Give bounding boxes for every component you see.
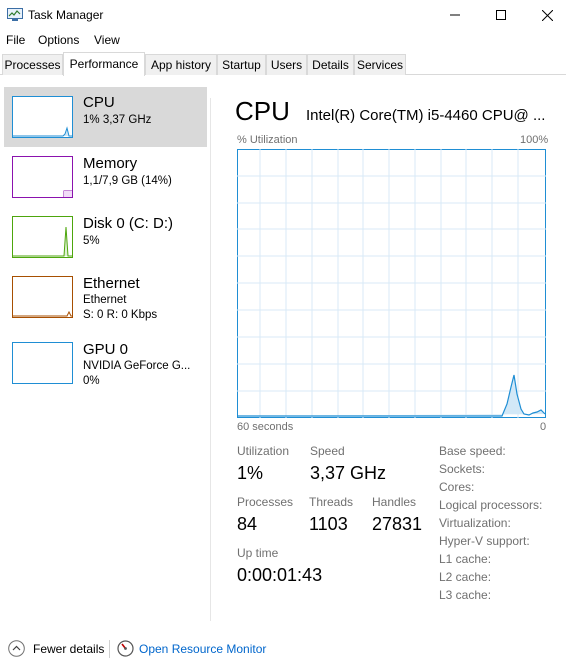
cpu-model-name: Intel(R) Core(TM) i5-4460 CPU@ ...	[306, 107, 546, 124]
threads-value: 1103	[309, 514, 348, 534]
minimize-icon	[450, 14, 460, 16]
graph-y-max: 100%	[520, 134, 549, 146]
spec-hyper-v-support: Hyper-V support:	[439, 534, 530, 548]
threads-label: Threads	[309, 495, 354, 509]
gpu-thumbnail-graph	[12, 342, 73, 384]
cpu-utilization-graph	[237, 149, 546, 418]
tab-app-history[interactable]: App history	[145, 54, 217, 75]
sidebar-ethernet-title: Ethernet	[83, 275, 140, 292]
spec-l1-cache: L1 cache:	[439, 552, 492, 566]
sidebar-ethernet-throughput: S: 0 R: 0 Kbps	[83, 309, 158, 321]
spec-virtualization: Virtualization:	[439, 516, 511, 530]
task-manager-icon	[7, 8, 23, 21]
menu-file[interactable]: File	[6, 33, 25, 47]
sidebar-item-memory[interactable]: Memory 1,1/7,9 GB (14%)	[4, 147, 207, 207]
tab-processes[interactable]: Processes	[2, 54, 63, 75]
close-icon	[541, 9, 553, 21]
uptime-label: Up time	[237, 546, 279, 560]
graph-x-label: 60 seconds	[237, 421, 294, 433]
processes-value: 84	[237, 514, 258, 534]
spec-l3-cache: L3 cache:	[439, 588, 492, 602]
spec-logical-processors: Logical processors:	[439, 498, 543, 512]
disk-thumbnail-graph	[12, 216, 73, 258]
sidebar-item-gpu[interactable]: GPU 0 NVIDIA GeForce G... 0%	[4, 333, 207, 393]
tab-performance[interactable]: Performance	[63, 52, 145, 76]
graph-y-label: % Utilization	[237, 134, 298, 146]
spec-base-speed: Base speed:	[439, 444, 506, 458]
tab-services[interactable]: Services	[354, 54, 406, 75]
sidebar-memory-title: Memory	[83, 155, 138, 172]
resource-sidebar: CPU 1% 3,37 GHz Memory 1,1/7,9 GB (14%) …	[0, 76, 210, 621]
maximize-icon	[496, 10, 506, 20]
sidebar-cpu-detail: 1% 3,37 GHz	[83, 114, 152, 126]
menu-options[interactable]: Options	[38, 33, 79, 47]
title-bar[interactable]: Task Manager	[0, 0, 566, 30]
menu-view[interactable]: View	[94, 33, 120, 47]
sidebar-memory-detail: 1,1/7,9 GB (14%)	[83, 175, 172, 187]
close-button[interactable]	[524, 0, 566, 30]
tab-users[interactable]: Users	[266, 54, 307, 75]
handles-label: Handles	[372, 495, 417, 509]
speed-label: Speed	[310, 444, 345, 458]
sidebar-divider	[210, 98, 211, 621]
sidebar-item-ethernet[interactable]: Ethernet Ethernet S: 0 R: 0 Kbps	[4, 267, 207, 327]
utilization-label: Utilization	[237, 444, 290, 458]
processes-label: Processes	[237, 495, 294, 509]
sidebar-item-disk[interactable]: Disk 0 (C: D:) 5%	[4, 207, 207, 267]
resource-monitor-icon	[117, 640, 134, 657]
sidebar-cpu-title: CPU	[83, 94, 115, 111]
minimize-button[interactable]	[432, 0, 478, 30]
cpu-thumbnail-graph	[12, 96, 73, 138]
tab-strip: Processes Performance App history Startu…	[0, 52, 566, 76]
chevron-up-icon[interactable]	[8, 640, 25, 657]
sidebar-disk-detail: 5%	[83, 235, 100, 247]
sidebar-ethernet-adapter: Ethernet	[83, 294, 127, 306]
ethernet-thumbnail-graph	[12, 276, 73, 318]
footer-bar: Fewer details Open Resource Monitor	[0, 630, 566, 669]
sidebar-gpu-model: NVIDIA GeForce G...	[83, 360, 191, 372]
tab-details[interactable]: Details	[307, 54, 354, 75]
memory-thumbnail-graph	[12, 156, 73, 198]
window-title: Task Manager	[28, 8, 104, 22]
spec-cores: Cores:	[439, 480, 475, 494]
handles-value: 27831	[372, 514, 423, 534]
graph-x-min: 0	[540, 421, 547, 433]
menu-bar: File Options View	[0, 30, 566, 50]
spec-l2-cache: L2 cache:	[439, 570, 492, 584]
speed-value: 3,37 GHz	[310, 463, 387, 483]
utilization-value: 1%	[237, 463, 264, 483]
page-title: CPU	[235, 96, 290, 126]
tab-startup[interactable]: Startup	[217, 54, 266, 75]
maximize-button[interactable]	[478, 0, 524, 30]
uptime-value: 0:00:01:43	[237, 565, 323, 585]
sidebar-disk-title: Disk 0 (C: D:)	[83, 215, 173, 232]
open-resource-monitor-link[interactable]: Open Resource Monitor	[139, 642, 266, 656]
fewer-details-button[interactable]: Fewer details	[33, 642, 104, 656]
sidebar-gpu-title: GPU 0	[83, 341, 129, 358]
sidebar-gpu-usage: 0%	[83, 375, 100, 387]
spec-sockets: Sockets:	[439, 462, 486, 476]
footer-separator	[109, 640, 110, 658]
sidebar-item-cpu[interactable]: CPU 1% 3,37 GHz	[4, 87, 207, 147]
